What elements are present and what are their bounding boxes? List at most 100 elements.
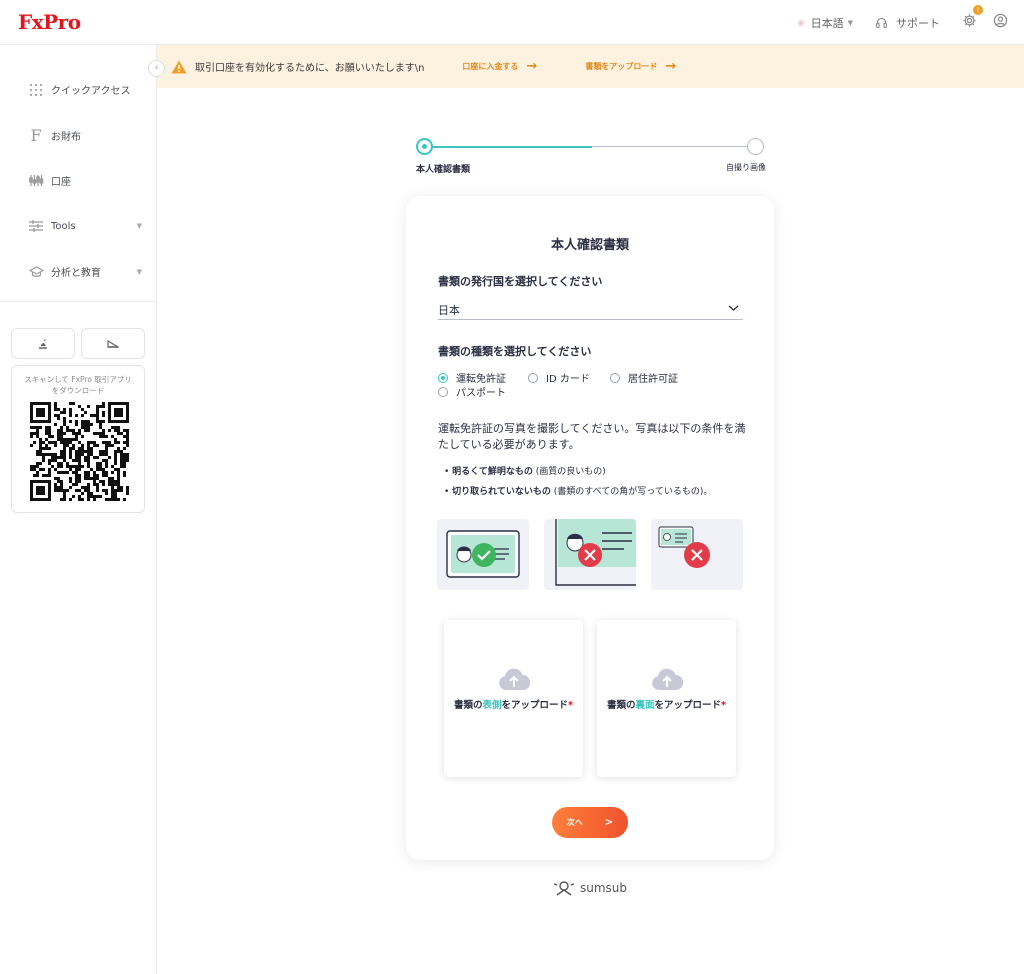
next-label: 次へ bbox=[566, 818, 583, 827]
sidebar-item-tools[interactable]: Tools ▼ bbox=[0, 204, 156, 250]
sidebar-item-label: 分析と教育 bbox=[51, 268, 101, 280]
radio-indicator bbox=[610, 372, 620, 383]
example-good-photo bbox=[437, 519, 529, 590]
radio-indicator bbox=[528, 372, 538, 383]
sidebar-divider bbox=[0, 301, 157, 302]
sumsub-icon bbox=[553, 881, 575, 896]
warning-icon bbox=[171, 60, 187, 73]
cloud-upload-icon bbox=[652, 668, 683, 690]
upload-text-pre: 書類の bbox=[454, 700, 483, 711]
accounts-icon bbox=[28, 173, 44, 189]
banner-message: 取引口座を有効化するために、お願いいたします\n bbox=[195, 63, 425, 74]
app-store-button[interactable] bbox=[11, 328, 75, 359]
radio-label: ID カード bbox=[546, 374, 590, 385]
required-star: * bbox=[568, 700, 574, 711]
arrow-right-icon: → bbox=[526, 59, 538, 74]
grid-icon bbox=[28, 82, 44, 98]
support-label: サポート bbox=[896, 16, 940, 30]
step-1-indicator[interactable] bbox=[416, 138, 433, 155]
sidebar-item-education[interactable]: 分析と教育 ▼ bbox=[0, 249, 156, 295]
chevron-down-icon: ▼ bbox=[136, 222, 142, 231]
language-label: 日本語 bbox=[810, 16, 844, 30]
cropped-photo-illustration bbox=[555, 519, 636, 586]
sumsub-logo: sumsub bbox=[553, 880, 627, 896]
requirement-item: • 明るくて鮮明なもの (画質の良いもの) bbox=[444, 467, 606, 477]
notification-badge: ! bbox=[973, 5, 983, 15]
sidebar-item-label: クイックアクセス bbox=[51, 86, 131, 98]
support-link[interactable]: サポート bbox=[875, 15, 940, 31]
qr-code[interactable] bbox=[30, 402, 129, 501]
headset-icon bbox=[876, 17, 887, 28]
sidebar: クイックアクセス F お財布 口座 Tools ▼ 分析と教育 ▼ スキャンして… bbox=[0, 45, 157, 974]
radio-passport[interactable]: パスポート bbox=[438, 384, 506, 399]
upload-back-button[interactable]: 書類の裏面をアップロード* bbox=[597, 620, 736, 777]
profile-button[interactable] bbox=[993, 13, 1008, 32]
step-1-label: 本人確認書類 bbox=[416, 165, 471, 175]
language-selector[interactable]: 日本語 ▼ bbox=[796, 15, 853, 31]
upload-text-highlight: 表側 bbox=[482, 700, 502, 711]
country-value: 日本 bbox=[438, 304, 460, 317]
requirement-rest: (画質の良いもの) bbox=[532, 467, 606, 477]
good-photo-illustration bbox=[446, 530, 520, 578]
upload-documents-link[interactable]: 書類をアップロード → bbox=[585, 59, 676, 74]
requirement-bold: 明るくて鮮明なもの bbox=[452, 467, 533, 477]
doctype-label: 書類の種類を選択してください bbox=[438, 345, 592, 358]
radio-indicator bbox=[438, 372, 448, 383]
country-label: 書類の発行国を選択してください bbox=[438, 275, 603, 288]
wallet-f-icon: F bbox=[30, 125, 42, 145]
document-card: 本人確認書類 書類の発行国を選択してください 日本 書類の種類を選択してください… bbox=[406, 196, 774, 860]
education-cap-icon bbox=[28, 264, 44, 280]
step-2-label: 自撮り画像 bbox=[726, 163, 766, 172]
radio-label: 運転免許証 bbox=[456, 374, 506, 385]
upload-front-label: 書類の表側をアップロード* bbox=[454, 700, 573, 712]
radio-label: 居住許可証 bbox=[628, 374, 678, 385]
sidebar-item-label: Tools bbox=[51, 220, 76, 232]
play-store-icon bbox=[107, 339, 119, 348]
radio-label: パスポート bbox=[456, 388, 506, 399]
upload-text-post: をアップロード bbox=[654, 700, 722, 711]
chevron-down-icon bbox=[728, 305, 739, 311]
example-small-photo bbox=[651, 519, 743, 590]
example-cropped-photo bbox=[544, 519, 636, 590]
gear-icon bbox=[963, 14, 976, 27]
radio-id-card[interactable]: ID カード bbox=[528, 370, 590, 385]
settings-button[interactable]: ! bbox=[962, 5, 983, 32]
verification-stepper: 本人確認書類 自撮り画像 bbox=[414, 138, 768, 178]
requirement-item: • 切り取られていないもの (書類のすべての角が写っているもの)。 bbox=[444, 487, 713, 497]
sidebar-item-wallet[interactable]: F お財布 bbox=[0, 113, 156, 159]
upload-front-button[interactable]: 書類の表側をアップロード* bbox=[444, 620, 583, 777]
required-star: * bbox=[721, 700, 727, 711]
card-title: 本人確認書類 bbox=[550, 238, 629, 253]
chevron-left-icon: ‹ bbox=[154, 63, 159, 73]
requirement-bold: 切り取られていないもの bbox=[452, 487, 551, 497]
radio-residence-permit[interactable]: 居住許可証 bbox=[610, 370, 678, 385]
google-play-button[interactable] bbox=[81, 328, 145, 359]
upload-text-pre: 書類の bbox=[607, 700, 636, 711]
upload-link-label: 書類をアップロード bbox=[585, 62, 658, 71]
radio-drivers-license[interactable]: 運転免許証 bbox=[438, 370, 506, 385]
collapse-sidebar-button[interactable]: ‹ bbox=[148, 60, 165, 77]
sumsub-label: sumsub bbox=[580, 881, 628, 895]
sidebar-item-label: 口座 bbox=[51, 177, 71, 189]
sidebar-item-label: お財布 bbox=[51, 131, 81, 143]
sidebar-item-accounts[interactable]: 口座 bbox=[0, 158, 156, 204]
chevron-down-icon: ▼ bbox=[136, 267, 142, 276]
sidebar-item-quick-access[interactable]: クイックアクセス bbox=[0, 67, 156, 113]
cloud-upload-icon bbox=[499, 668, 530, 690]
step-2-indicator[interactable] bbox=[747, 138, 764, 155]
fxpro-logo[interactable]: FxPro bbox=[18, 10, 81, 34]
deposit-link-label: 口座に入金する bbox=[462, 62, 519, 71]
deposit-link[interactable]: 口座に入金する → bbox=[462, 59, 537, 74]
radio-indicator bbox=[438, 386, 448, 397]
stepper-progress bbox=[426, 146, 592, 148]
japan-flag-icon bbox=[796, 18, 805, 27]
top-header: FxPro 日本語 ▼ サポート ! bbox=[0, 0, 1024, 45]
next-button[interactable]: 次へ > bbox=[552, 807, 628, 838]
chevron-down-icon: ▼ bbox=[847, 18, 853, 27]
arrow-right-icon: → bbox=[665, 59, 677, 74]
apple-icon bbox=[39, 338, 47, 349]
country-select[interactable]: 日本 bbox=[438, 302, 743, 320]
upload-text-post: をアップロード bbox=[501, 700, 569, 711]
upload-text-highlight: 裏面 bbox=[635, 700, 655, 711]
qr-download-box: スキャンして FxPro 取引アプリをダウンロード bbox=[11, 365, 145, 513]
